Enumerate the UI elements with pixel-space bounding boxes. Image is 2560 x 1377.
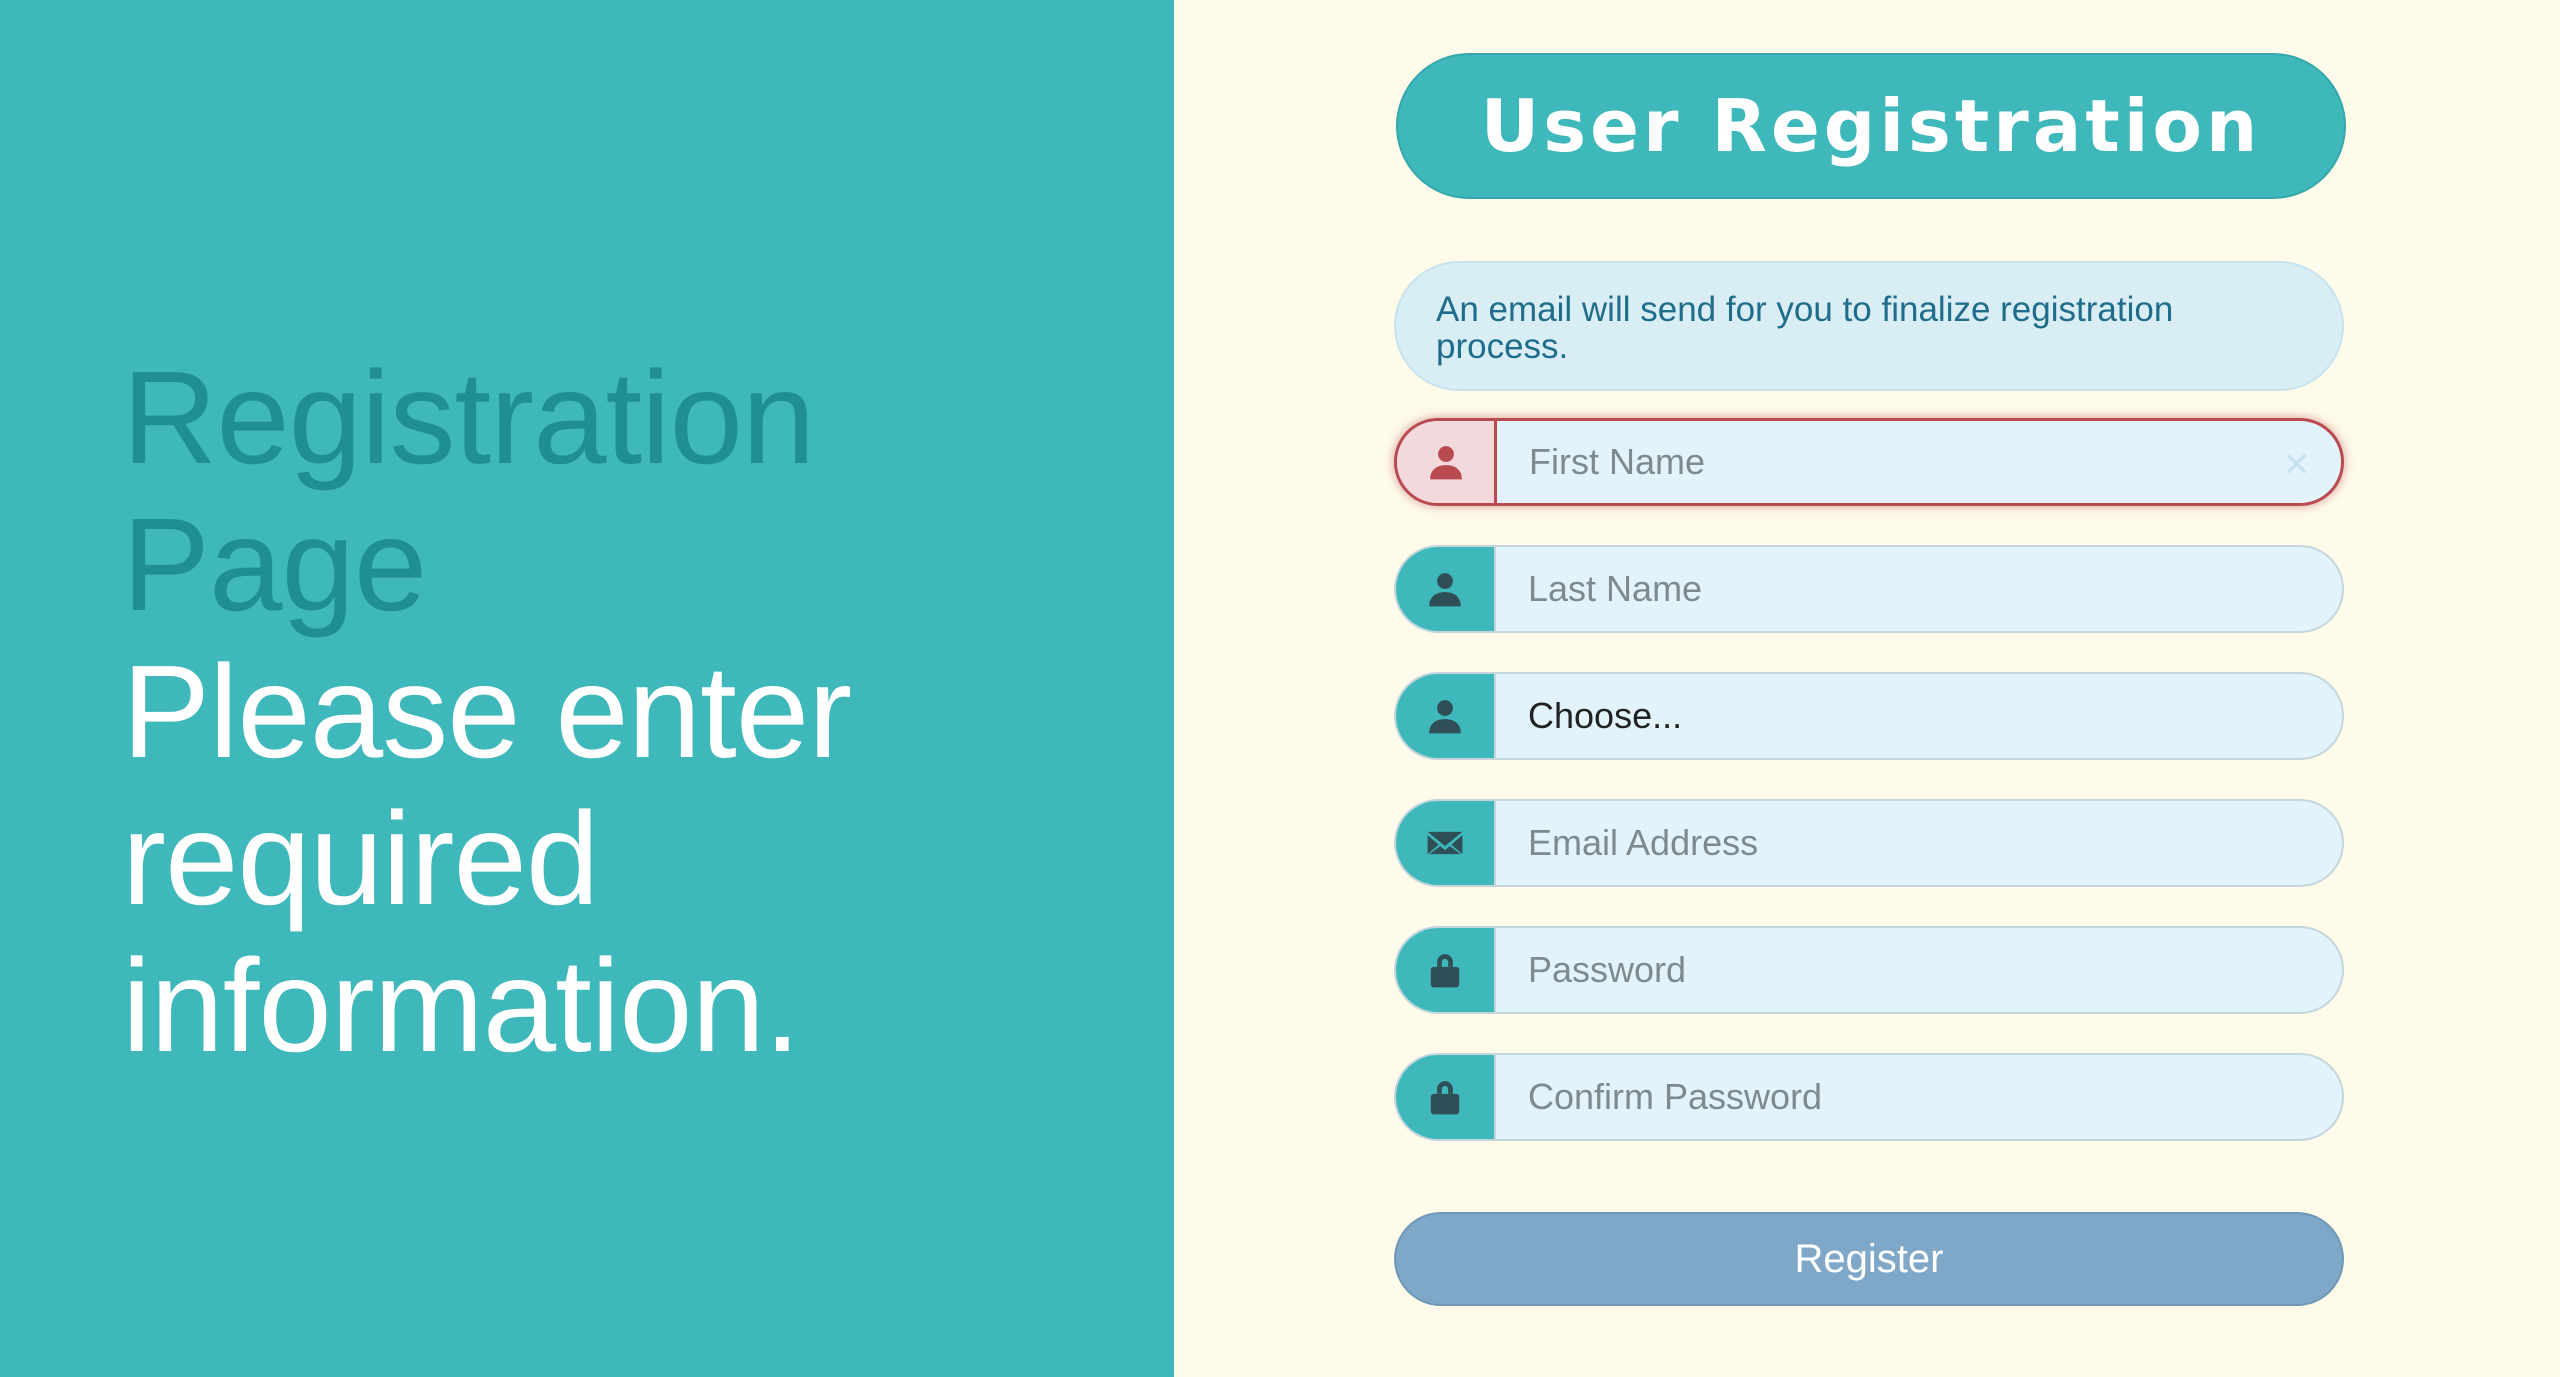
form-panel: User Registration An email will send for… (1174, 0, 2560, 1377)
hero-title-line-2: Page (122, 491, 427, 638)
password-input[interactable] (1496, 928, 2342, 1012)
user-icon (1429, 446, 1462, 480)
lock-icon (1430, 954, 1460, 988)
choose-addon (1396, 674, 1496, 758)
hero-subtitle-line-2: required (122, 785, 599, 932)
choose-select[interactable]: Choose... (1496, 674, 2342, 758)
hero-panel: Registration Page Please enter required … (0, 0, 1174, 1377)
password-field (1394, 926, 2344, 1014)
register-button[interactable]: Register (1394, 1212, 2344, 1306)
envelope-icon (1427, 831, 1463, 855)
hero-subtitle-line-1: Please enter (122, 638, 852, 785)
confirm-password-field (1394, 1053, 2344, 1141)
lock-icon (1430, 1081, 1460, 1115)
email-input[interactable] (1496, 801, 2342, 885)
info-message: An email will send for you to finalize r… (1394, 261, 2344, 391)
email-addon (1396, 801, 1496, 885)
user-icon (1429, 700, 1461, 734)
last-name-addon (1396, 547, 1496, 631)
choose-select-field[interactable]: Choose... (1394, 672, 2344, 760)
hero-title-line-1: Registration (122, 344, 815, 491)
first-name-field: ✕ (1394, 418, 2344, 506)
password-addon (1396, 928, 1496, 1012)
email-field (1394, 799, 2344, 887)
last-name-field (1394, 545, 2344, 633)
clear-icon[interactable]: ✕ (2283, 445, 2312, 485)
first-name-addon (1397, 421, 1497, 503)
confirm-password-input[interactable] (1496, 1055, 2342, 1139)
first-name-input[interactable] (1497, 421, 2341, 503)
last-name-input[interactable] (1496, 547, 2342, 631)
confirm-password-addon (1396, 1055, 1496, 1139)
user-icon (1429, 573, 1461, 607)
hero-subtitle-line-3: information. (122, 932, 801, 1079)
form-title: User Registration (1396, 53, 2346, 199)
hero-text: Registration Page Please enter required … (122, 344, 852, 1079)
